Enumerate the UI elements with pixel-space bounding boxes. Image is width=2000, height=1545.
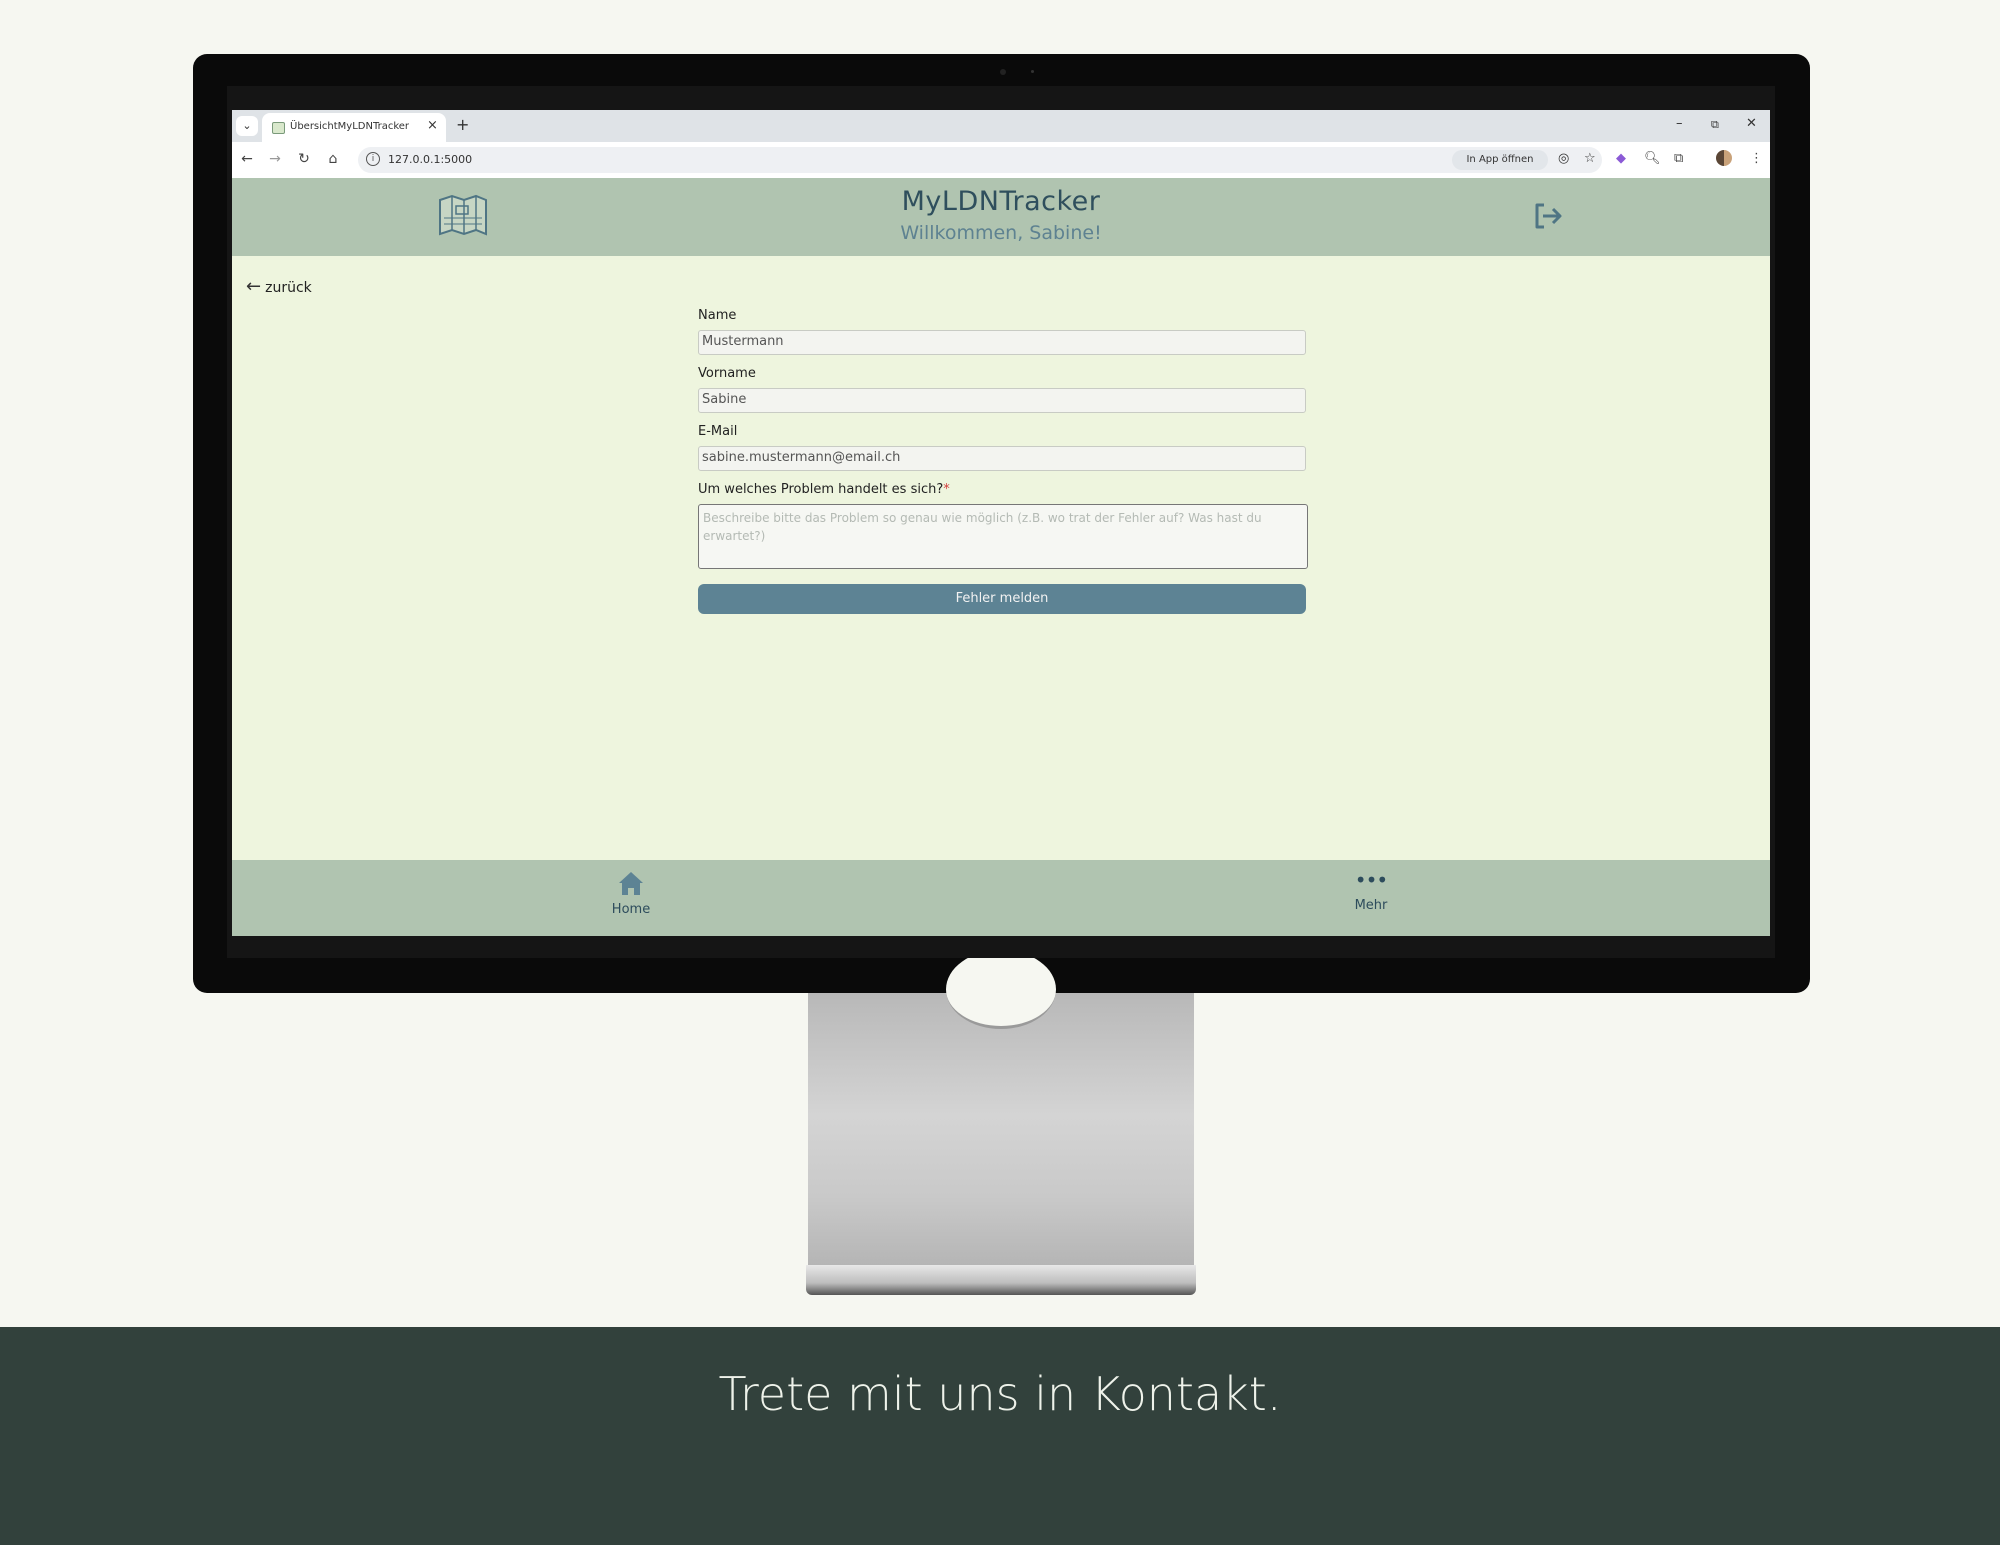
monitor-stand	[808, 993, 1194, 1265]
forward-arrow-icon[interactable]: →	[266, 151, 284, 167]
problem-label: Um welches Problem handelt es sich?*	[698, 482, 1306, 498]
nav-more-label: Mehr	[1354, 898, 1388, 913]
bottom-navigation: Home ••• Mehr	[232, 860, 1770, 936]
profile-avatar[interactable]	[1716, 150, 1732, 166]
back-label: zurück	[265, 280, 312, 296]
more-menu-icon[interactable]: ⋮	[1750, 151, 1763, 166]
url-text[interactable]: 127.0.0.1:5000	[388, 153, 472, 166]
new-tab-icon[interactable]: +	[456, 115, 469, 134]
site-info-icon[interactable]: i	[366, 152, 380, 166]
camera-sensor	[1031, 70, 1034, 73]
name-input[interactable]: Mustermann	[698, 330, 1306, 355]
close-window-icon[interactable]: ✕	[1746, 116, 1757, 131]
restore-icon[interactable]: ⧉	[1711, 118, 1719, 132]
back-link[interactable]: ← zurück	[246, 276, 312, 297]
tab-search-chevron-icon[interactable]: ⌄	[236, 116, 258, 136]
app-header: MyLDNTracker Willkommen, Sabine!	[232, 178, 1770, 256]
camera-dot	[1000, 69, 1006, 75]
bookmark-star-icon[interactable]: ☆	[1584, 151, 1596, 166]
tab-favicon-icon	[272, 122, 285, 134]
email-label: E-Mail	[698, 424, 738, 439]
problem-textarea[interactable]: Beschreibe bitte das Problem so genau wi…	[698, 504, 1308, 569]
footer-band: Trete mit uns in Kontakt.	[0, 1327, 2000, 1545]
home-browser-icon[interactable]: ⌂	[324, 151, 342, 167]
required-asterisk: *	[943, 482, 950, 497]
open-in-app-button[interactable]: In App öffnen	[1452, 150, 1548, 170]
browser-tab[interactable]: ÜbersichtMyLDNTracker ×	[262, 113, 446, 142]
home-icon	[619, 872, 643, 895]
logout-icon[interactable]	[1532, 202, 1564, 230]
reload-icon[interactable]: ↻	[295, 151, 313, 167]
monitor-foot	[806, 1265, 1196, 1295]
zoom-icon[interactable]: 🔍︎	[1644, 151, 1661, 166]
screen: ⌄ ÜbersichtMyLDNTracker × + – ⧉ ✕ ← → ↻ …	[232, 110, 1770, 936]
submit-error-button[interactable]: Fehler melden	[698, 584, 1306, 614]
extensions-puzzle-icon[interactable]: ⧉	[1674, 151, 1683, 166]
minimize-icon[interactable]: –	[1676, 116, 1683, 131]
nav-home-label: Home	[611, 902, 651, 917]
name-label: Name	[698, 308, 737, 323]
nav-home[interactable]: Home	[591, 870, 671, 917]
nav-more[interactable]: ••• Mehr	[1331, 870, 1411, 913]
back-arrow-icon: ←	[246, 276, 262, 297]
problem-label-text: Um welches Problem handelt es sich?	[698, 482, 944, 497]
extension-icon[interactable]: ◆	[1616, 151, 1626, 166]
browser-toolbar: ← → ↻ ⌂ i 127.0.0.1:5000 In App öffnen ◎…	[232, 142, 1770, 178]
tab-title: ÜbersichtMyLDNTracker	[290, 121, 410, 132]
tab-close-icon[interactable]: ×	[427, 118, 438, 133]
stand-cutout	[946, 950, 1056, 1029]
firstname-label: Vorname	[698, 366, 756, 381]
back-arrow-icon[interactable]: ←	[238, 151, 256, 167]
footer-tagline: Trete mit uns in Kontakt.	[718, 1367, 1282, 1421]
email-input[interactable]: sabine.mustermann@email.ch	[698, 446, 1306, 471]
firstname-input[interactable]: Sabine	[698, 388, 1306, 413]
browser-tab-bar: ⌄ ÜbersichtMyLDNTracker × + – ⧉ ✕	[232, 110, 1770, 142]
address-bar[interactable]: i 127.0.0.1:5000 In App öffnen ◎ ☆	[358, 147, 1602, 173]
more-dots-icon: •••	[1354, 868, 1388, 892]
error-report-form: Name Mustermann Vorname Sabine E-Mail sa…	[698, 308, 1308, 614]
eye-off-icon[interactable]: ◎	[1558, 151, 1569, 166]
